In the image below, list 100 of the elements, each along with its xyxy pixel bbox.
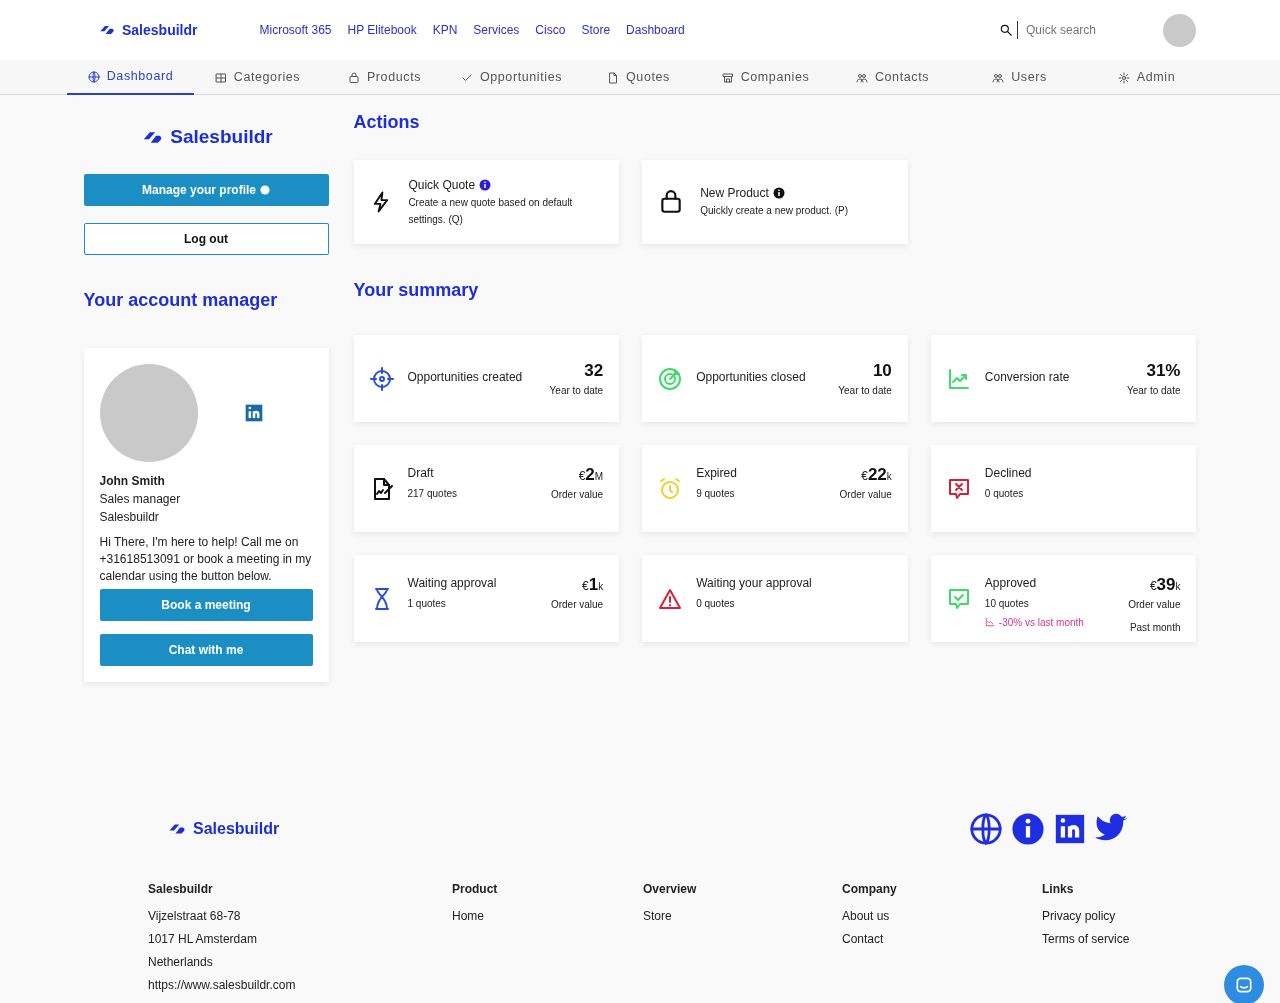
footer-heading: Product <box>452 881 499 899</box>
value-caption: Order value <box>550 598 604 613</box>
people-icon <box>992 71 1005 84</box>
value-caption: Order value <box>550 488 604 503</box>
linkedin-icon[interactable] <box>243 403 264 424</box>
chat-launcher-button[interactable] <box>1224 965 1264 1003</box>
globe-icon <box>87 70 100 83</box>
quote-count: 9 quotes <box>696 486 736 501</box>
address-line: https://www.salesbuildr.com <box>148 977 297 995</box>
summary-value: 39 <box>1156 573 1176 596</box>
address-line: Netherlands <box>148 954 214 972</box>
footer-heading: Salesbuildr <box>148 881 214 899</box>
summary-value: 10 <box>872 359 892 382</box>
summary-label: Declined <box>984 464 1033 482</box>
nav-link[interactable]: KPN <box>432 21 458 39</box>
logout-button[interactable]: Log out <box>83 222 329 255</box>
currency-symbol: € <box>1149 577 1157 595</box>
search-field[interactable]: Quick search <box>1017 21 1147 39</box>
summary-label: Draft <box>407 464 435 482</box>
footer-link[interactable]: Home <box>452 907 643 926</box>
quote-count: 0 quotes <box>696 596 736 611</box>
quote-count: 217 quotes <box>407 486 458 501</box>
nav-tab[interactable]: Quotes <box>575 60 702 95</box>
nav-tab[interactable]: Dashboard <box>67 60 194 95</box>
summary-label: Expired <box>696 464 738 482</box>
quote-count: 1 quotes <box>407 596 447 611</box>
summary-label: Opportunities created <box>407 368 524 386</box>
value-caption: Year to date <box>838 384 892 399</box>
nav-tab[interactable]: Companies <box>702 60 829 95</box>
address-line: 1017 HL Amsterdam <box>148 931 258 949</box>
section-heading: Actions <box>353 112 421 134</box>
action-card[interactable]: Quick Quote Create a new quote based on default settings. (Q) <box>353 159 620 244</box>
section-heading: Your summary <box>353 279 480 302</box>
nav-link[interactable]: Dashboard <box>626 21 685 39</box>
nav-link[interactable]: Services <box>473 21 520 39</box>
footer-heading: Company <box>842 881 898 899</box>
document-icon <box>607 71 620 84</box>
footer-link[interactable]: About us <box>842 907 1042 926</box>
summary-value: 22 <box>867 463 887 486</box>
action-title: Quick Quote <box>408 176 476 194</box>
value-caption: Year to date <box>1126 384 1181 399</box>
logo-text: Salesbuildr <box>170 125 273 149</box>
footer-heading: Links <box>1042 881 1075 899</box>
search-icon <box>999 23 1013 37</box>
manager-message: Hi There, I'm here to help! Call me on +31618513091 or book a meeting in my calendar using the button below. <box>99 534 313 586</box>
nav-tab[interactable]: Products <box>321 60 448 95</box>
action-description: Quickly create a new product. (P) <box>700 204 848 219</box>
footer-link[interactable]: Privacy policy <box>1042 907 1162 926</box>
summary-value: 32 <box>584 359 604 382</box>
footer-link[interactable]: Terms of service <box>1042 930 1162 949</box>
summary-label: Waiting your approval <box>696 574 813 592</box>
period-text: Past month <box>1128 621 1181 636</box>
action-title: New Product <box>700 185 769 203</box>
nav-tab[interactable]: Opportunities <box>448 60 575 95</box>
manager-role: Sales manager <box>99 491 182 509</box>
nav-tab[interactable]: Admin <box>1083 60 1210 95</box>
logo-text: Salesbuildr <box>122 20 198 40</box>
nav-tab[interactable]: Users <box>956 60 1083 95</box>
summary-label: Conversion rate <box>984 368 1071 386</box>
store-icon <box>721 71 734 84</box>
logo-text: Salesbuildr <box>193 819 280 840</box>
action-button[interactable]: Book a meeting <box>99 589 313 622</box>
summary-label: Opportunities closed <box>696 368 807 386</box>
summary-label: Approved <box>984 574 1038 592</box>
action-button[interactable]: Chat with me <box>99 634 313 667</box>
summary-value: 31% <box>1146 359 1181 382</box>
profile-button[interactable]: Manage your profile <box>83 173 329 206</box>
action-card[interactable]: New Product Quickly create a new product. (P) <box>642 159 908 244</box>
value-unit: M <box>594 470 604 484</box>
value-caption: Order value <box>1128 598 1181 613</box>
nav-link[interactable]: Store <box>581 21 611 39</box>
trend-text: -30% vs last month <box>998 615 1084 630</box>
quote-count: 10 quotes <box>984 596 1030 611</box>
nav-tab[interactable]: Contacts <box>829 60 956 95</box>
nav-link[interactable]: Microsoft 365 <box>259 21 332 39</box>
globe-icon[interactable] <box>969 812 1004 847</box>
value-unit: k <box>598 580 604 594</box>
manager-company: Salesbuildr <box>99 509 160 527</box>
nav-link[interactable]: HP Elitebook <box>347 21 417 39</box>
chat-icon <box>1234 975 1254 995</box>
quote-count: 0 quotes <box>984 486 1025 501</box>
footer-link[interactable]: Contact <box>842 930 1042 949</box>
trend-down-icon <box>984 617 995 628</box>
nav-link[interactable]: Cisco <box>535 21 566 39</box>
section-heading: Your account manager <box>83 289 279 312</box>
summary-value: 2 <box>585 463 595 486</box>
currency-symbol: € <box>861 467 868 485</box>
footer-heading: Overview <box>643 881 698 899</box>
footer-link[interactable]: Store <box>643 907 842 926</box>
people-icon <box>855 71 868 84</box>
value-caption: Order value <box>839 488 892 503</box>
nav-tab[interactable]: Categories <box>194 60 321 95</box>
currency-symbol: € <box>578 467 586 485</box>
manager-name: John Smith <box>99 473 166 491</box>
action-description: Create a new quote based on default settings. (Q) <box>408 195 574 227</box>
value-unit: k <box>1175 580 1181 594</box>
value-unit: k <box>886 470 892 484</box>
summary-label: Waiting approval <box>407 574 498 592</box>
grid-icon <box>214 71 227 84</box>
currency-symbol: € <box>582 577 589 595</box>
